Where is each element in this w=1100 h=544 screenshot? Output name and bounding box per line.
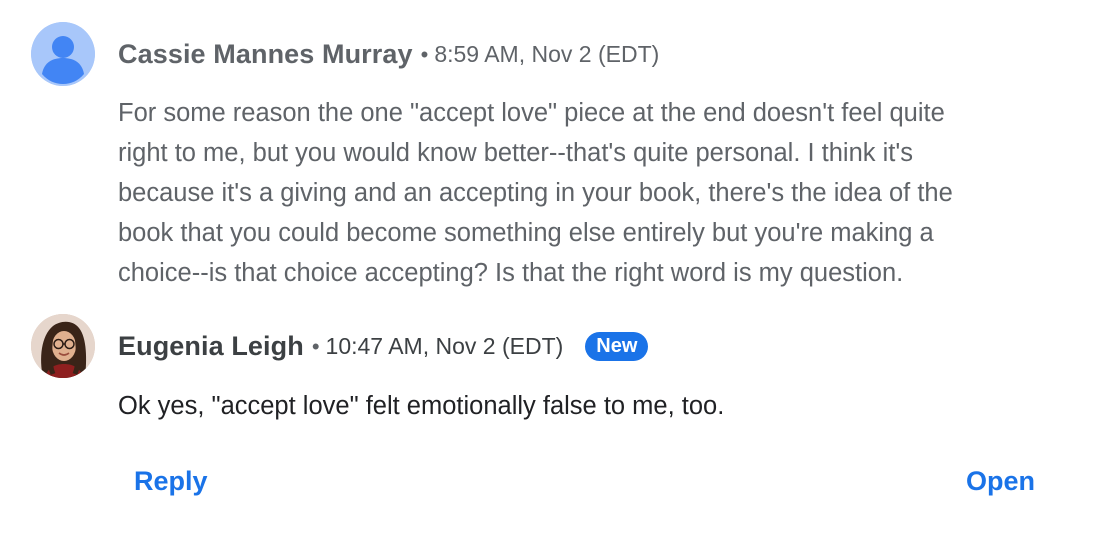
separator-dot: • bbox=[420, 41, 429, 67]
comment-body: Ok yes, "accept love" felt emotionally f… bbox=[118, 386, 1078, 426]
comment-header: Cassie Mannes Murray • 8:59 AM, Nov 2 (E… bbox=[118, 39, 659, 70]
comment-body-line: because it's a giving and an accepting i… bbox=[118, 179, 953, 207]
default-person-icon bbox=[31, 22, 95, 86]
new-badge: New bbox=[585, 332, 649, 361]
avatar bbox=[31, 314, 95, 378]
comment-body-line: book that you could become something els… bbox=[118, 219, 934, 247]
avatar bbox=[31, 22, 95, 86]
author-name: Cassie Mannes Murray bbox=[118, 39, 413, 69]
comment-body-line: right to me, but you would know better--… bbox=[118, 139, 913, 167]
comment-body-line: For some reason the one "accept love" pi… bbox=[118, 99, 945, 127]
comment-body: For some reason the one "accept love" pi… bbox=[118, 93, 1078, 293]
separator-dot: • bbox=[311, 333, 320, 359]
open-button[interactable]: Open bbox=[966, 466, 1035, 497]
comment-body-line: Ok yes, "accept love" felt emotionally f… bbox=[118, 392, 725, 420]
profile-photo-icon bbox=[31, 314, 95, 378]
reply-button[interactable]: Reply bbox=[134, 466, 208, 497]
timestamp: 10:47 AM, Nov 2 (EDT) bbox=[325, 333, 564, 359]
timestamp: 8:59 AM, Nov 2 (EDT) bbox=[434, 41, 660, 67]
comment-thread: Cassie Mannes Murray • 8:59 AM, Nov 2 (E… bbox=[0, 0, 1100, 544]
comment-body-line: choice--is that choice accepting? Is tha… bbox=[118, 259, 904, 287]
author-name: Eugenia Leigh bbox=[118, 331, 304, 361]
comment-actions: Reply Open bbox=[0, 466, 1100, 506]
comment-header: Eugenia Leigh • 10:47 AM, Nov 2 (EDT) Ne… bbox=[118, 331, 649, 362]
